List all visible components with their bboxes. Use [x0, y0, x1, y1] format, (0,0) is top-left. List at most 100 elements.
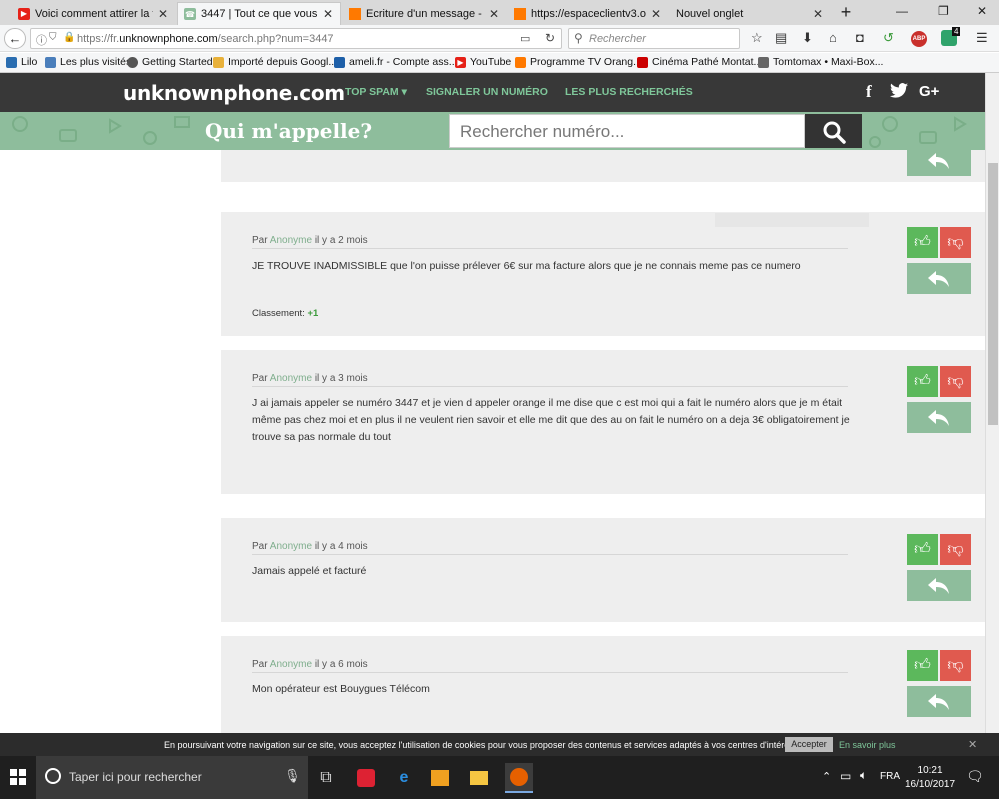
bookmark-most-visited[interactable]: Les plus visités: [45, 56, 131, 68]
windows-logo-icon: [10, 769, 26, 785]
windows-start-button[interactable]: [10, 769, 26, 788]
tab-orange-client[interactable]: https://espaceclientv3.orang ✕: [508, 2, 668, 25]
window-close-icon[interactable]: ✕: [977, 4, 987, 18]
tab-youtube[interactable]: ▶ Voici comment attirer la fort ✕: [12, 2, 175, 25]
scrollbar-thumb[interactable]: [988, 163, 998, 425]
thumbs-down-button[interactable]: 👎︎: [940, 534, 971, 565]
reader-view-icon[interactable]: ▭: [520, 32, 530, 45]
bookmark-youtube[interactable]: ▶ YouTube: [455, 56, 511, 68]
bookmark-lilo[interactable]: Lilo: [6, 56, 37, 68]
bookmark-label: Getting Started: [142, 56, 213, 68]
thumbs-down-button[interactable]: 👎︎: [940, 227, 971, 258]
tab-unknownphone[interactable]: ☎ 3447 | Tout ce que vous deve ✕: [177, 2, 341, 25]
bookmark-ameli[interactable]: ameli.fr - Compte ass...: [334, 56, 458, 68]
phone-search-input[interactable]: Rechercher numéro...: [449, 114, 805, 148]
bookmark-getting-started[interactable]: Getting Started: [127, 56, 213, 68]
page-scrollbar[interactable]: [985, 73, 999, 733]
taskbar-clock[interactable]: 10:21 16/10/2017: [905, 764, 955, 792]
tomtomax-icon: [758, 56, 769, 68]
close-tab-icon[interactable]: ✕: [488, 7, 500, 21]
menu-top-spam[interactable]: TOP SPAM ▾: [345, 86, 407, 98]
youtube-icon: ▶: [455, 56, 466, 68]
phone-search-button[interactable]: [805, 114, 862, 148]
comment-author[interactable]: Anonyme: [270, 235, 312, 246]
cookie-more-link[interactable]: En savoir plus: [839, 740, 896, 750]
thumbs-up-button[interactable]: 👍︎: [907, 650, 938, 681]
volume-icon[interactable]: 🔈︎: [860, 768, 867, 783]
bookmark-tomtomax[interactable]: Tomtomax • Maxi-Box...: [758, 56, 883, 68]
lilo-icon: [6, 56, 17, 68]
close-icon[interactable]: ✕: [968, 738, 977, 751]
media-icon: [431, 770, 449, 786]
comment-text: Mon opérateur est Bouygues Télécom: [252, 683, 430, 695]
notifications-icon[interactable]: 🗨︎: [966, 768, 984, 785]
bookmark-programme-tv[interactable]: Programme TV Orang...: [515, 56, 642, 68]
task-view-icon[interactable]: ⧉: [314, 766, 338, 790]
language-indicator[interactable]: FRA: [880, 771, 900, 782]
bookmark-star-icon[interactable]: ☆: [751, 30, 763, 46]
search-band: Qui m'appelle? Rechercher numéro...: [0, 112, 985, 150]
menu-most-searched[interactable]: LES PLUS RECHERCHÉS: [565, 86, 693, 98]
comment-author[interactable]: Anonyme: [270, 659, 312, 670]
new-tab-button[interactable]: +: [837, 3, 855, 21]
bookmark-cinema[interactable]: Cinéma Pathé Montat...: [637, 56, 762, 68]
reload-icon[interactable]: ↻: [545, 31, 555, 45]
facebook-icon[interactable]: f: [866, 82, 872, 102]
file-explorer-icon[interactable]: [467, 766, 491, 790]
reply-button[interactable]: [907, 150, 971, 176]
tab-orange-mail[interactable]: Ecriture d'un message - mai ✕: [343, 2, 506, 25]
reply-button[interactable]: [907, 263, 971, 294]
comment-author[interactable]: Anonyme: [270, 373, 312, 384]
menu-report-number[interactable]: SIGNALER UN NUMÉRO: [426, 86, 548, 98]
firefox-icon[interactable]: [505, 763, 533, 793]
thumbs-down-button[interactable]: 👎︎: [940, 650, 971, 681]
thumbs-up-button[interactable]: 👍︎: [907, 227, 938, 258]
thumbs-up-button[interactable]: 👍︎: [907, 366, 938, 397]
reply-button[interactable]: [907, 402, 971, 433]
pocket-icon[interactable]: ◘: [856, 30, 864, 45]
chevron-up-icon[interactable]: ⌃: [822, 770, 831, 783]
taskbar-search[interactable]: Taper ici pour rechercher 🎙︎: [36, 756, 308, 799]
cookie-accept-button[interactable]: Accepter: [785, 737, 833, 752]
minimize-icon[interactable]: —: [896, 4, 908, 18]
taskbar-app-opera[interactable]: [354, 766, 378, 790]
download-icon[interactable]: ⬇: [802, 30, 813, 46]
adblock-icon[interactable]: ABP: [911, 31, 927, 47]
close-tab-icon[interactable]: ✕: [157, 7, 169, 21]
url-bar[interactable]: ⓘ ⛉ 🔒 https://fr.unknownphone.com/search…: [30, 28, 562, 49]
close-tab-icon[interactable]: ✕: [650, 7, 662, 21]
info-icon[interactable]: ⓘ: [36, 32, 47, 48]
reply-button[interactable]: [907, 570, 971, 601]
reading-list-icon[interactable]: ▤: [775, 30, 787, 46]
bookmark-imported[interactable]: Importé depuis Googl...: [213, 56, 337, 68]
phone-icon: ☎: [184, 8, 196, 20]
site-logo[interactable]: unknownphone.com: [123, 81, 345, 105]
twitter-icon[interactable]: [890, 83, 908, 103]
windows-taskbar: Taper ici pour rechercher 🎙︎ ⧉ e ⌃ ▭ 🔈︎ …: [0, 756, 999, 799]
close-tab-icon[interactable]: ✕: [812, 7, 824, 21]
tab-new[interactable]: Nouvel onglet ✕: [670, 2, 830, 25]
microphone-icon[interactable]: 🎙︎: [284, 768, 301, 784]
reply-icon: [928, 270, 949, 287]
network-icon[interactable]: ▭: [840, 769, 851, 783]
comment-author[interactable]: Anonyme: [270, 541, 312, 552]
rank-value: +1: [307, 308, 319, 319]
restore-icon[interactable]: ❐: [938, 4, 949, 18]
back-button[interactable]: ←: [4, 28, 26, 49]
thumbs-up-button[interactable]: 👍︎: [907, 534, 938, 565]
menu-icon[interactable]: ☰: [976, 30, 988, 46]
sync-icon[interactable]: ↺: [883, 30, 894, 46]
search-field[interactable]: ⚲ Rechercher: [568, 28, 740, 49]
home-icon[interactable]: ⌂: [829, 30, 837, 45]
google-plus-icon[interactable]: G+: [919, 83, 939, 100]
reply-button[interactable]: [907, 686, 971, 717]
thumbs-down-button[interactable]: 👎︎: [940, 366, 971, 397]
thumbs-down-icon: 👎︎: [947, 234, 964, 251]
close-tab-icon[interactable]: ✕: [322, 7, 334, 21]
tracking-shield-icon[interactable]: ⛉: [49, 32, 57, 43]
phone-search-placeholder: Rechercher numéro...: [460, 122, 625, 141]
edge-icon[interactable]: e: [392, 766, 416, 790]
taskbar-app-media[interactable]: [428, 766, 452, 790]
tab-label: Nouvel onglet: [676, 7, 744, 20]
cookie-banner: En poursuivant votre navigation sur ce s…: [0, 733, 999, 756]
